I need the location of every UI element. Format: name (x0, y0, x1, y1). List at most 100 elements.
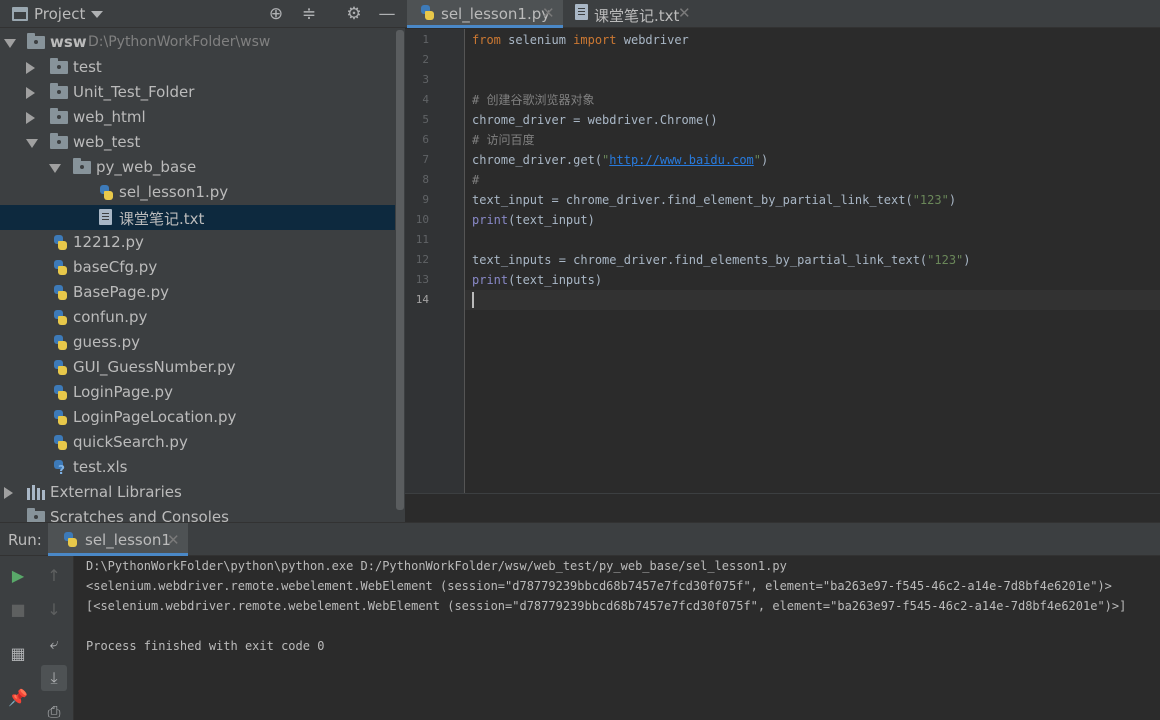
expanded-arrow-icon[interactable] (49, 164, 61, 173)
tree-item-py-web-base[interactable]: py_web_base (0, 155, 395, 180)
tree-item-label: 12212.py (73, 233, 144, 251)
console-line: [<selenium.webdriver.remote.webelement.W… (86, 599, 1127, 613)
close-icon[interactable]: ✕ (678, 4, 691, 22)
tree-item-notes-txt[interactable]: 课堂笔记.txt (0, 205, 395, 230)
stop-icon[interactable]: ■ (5, 597, 31, 623)
print-icon[interactable]: ⎙ (41, 699, 67, 720)
python-file-icon (419, 4, 435, 22)
tree-item-guess[interactable]: guess.py (0, 330, 395, 355)
run-toolbar: ▶ ↑ ■ ↓ ⤶ ▦ ⤓ 📌 ⎙ (0, 556, 74, 720)
folder-icon (50, 83, 68, 99)
tree-item-confun[interactable]: confun.py (0, 305, 395, 330)
collapse-all-icon[interactable]: ≑ (298, 3, 320, 25)
project-panel: Project ⊕ ≑ ⚙ — wsw D:\PythonWorkFolder\… (0, 0, 405, 522)
tree-item-label: test (73, 58, 102, 76)
folder-icon (50, 133, 68, 149)
run-tab-sel-lesson1[interactable]: sel_lesson1 ✕ (48, 523, 188, 556)
soft-wrap-icon[interactable]: ⤶ (41, 631, 67, 657)
python-file-icon (52, 234, 68, 252)
console-line: D:\PythonWorkFolder\python\python.exe D:… (86, 559, 787, 573)
tree-item-external-libraries[interactable]: External Libraries (0, 480, 395, 505)
arrow-down-icon[interactable]: ↓ (41, 597, 67, 623)
expanded-arrow-icon[interactable] (26, 139, 38, 148)
tree-item-label: GUI_GuessNumber.py (73, 358, 236, 376)
line-number: 14 (415, 293, 429, 306)
line-number: 6 (422, 133, 429, 146)
python-file-icon (52, 309, 68, 327)
tree-item-loginpage[interactable]: LoginPage.py (0, 380, 395, 405)
line-number: 7 (422, 153, 429, 166)
tab-label: sel_lesson1.py (441, 5, 551, 23)
tree-item-label: confun.py (73, 308, 148, 326)
tree-item-label: web_test (73, 133, 141, 151)
gear-icon[interactable]: ⚙ (343, 3, 365, 25)
tree-item-label: guess.py (73, 333, 141, 351)
editor-breadcrumb-bar (405, 493, 1160, 522)
run-tab-label: sel_lesson1 (85, 531, 171, 549)
code-line: # 访问百度 (472, 133, 535, 147)
close-icon[interactable]: ✕ (542, 4, 555, 22)
console-line: Process finished with exit code 0 (86, 639, 325, 653)
collapsed-arrow-icon[interactable] (4, 487, 13, 499)
text-file-icon (575, 4, 588, 20)
tree-item-web-test[interactable]: web_test (0, 130, 395, 155)
python-file-icon (52, 434, 68, 452)
close-icon[interactable]: ✕ (167, 531, 180, 549)
editor-tab-bar: sel_lesson1.py ✕ 课堂笔记.txt ✕ (405, 0, 1160, 28)
tab-label: 课堂笔记.txt (594, 7, 680, 25)
chevron-down-icon[interactable] (91, 11, 103, 18)
line-number-gutter[interactable]: 1 2 3 4 5 6 7 8 9 10 11 12 13 14 (405, 29, 465, 493)
run-header: Run: sel_lesson1 ✕ (0, 523, 1160, 556)
python-file-icon (52, 359, 68, 377)
tree-item-label: 课堂笔记.txt (119, 210, 205, 228)
tree-scrollbar[interactable] (395, 30, 405, 522)
code-editor[interactable]: 1 2 3 4 5 6 7 8 9 10 11 12 13 14 from se… (405, 29, 1160, 522)
tree-item-root[interactable]: wsw D:\PythonWorkFolder\wsw (0, 30, 395, 55)
tree-item-label: Scratches and Consoles (50, 508, 229, 522)
locate-icon[interactable]: ⊕ (265, 3, 287, 25)
tree-item-test-xls[interactable]: ? test.xls (0, 455, 395, 480)
rerun-icon[interactable]: ▶ (5, 563, 31, 589)
tree-item-web-html[interactable]: web_html (0, 105, 395, 130)
unknown-file-icon: ? (52, 459, 68, 477)
tree-item-scratches[interactable]: Scratches and Consoles (0, 505, 395, 522)
tree-item-path: D:\PythonWorkFolder\wsw (88, 34, 271, 50)
url-link[interactable]: http://www.baidu.com (609, 153, 754, 167)
collapsed-arrow-icon[interactable] (26, 87, 35, 99)
tab-sel-lesson1[interactable]: sel_lesson1.py ✕ (407, 0, 563, 28)
scroll-to-end-icon[interactable]: ⤓ (41, 665, 67, 691)
minimize-icon[interactable]: — (376, 3, 398, 25)
pin-icon[interactable]: 📌 (5, 685, 31, 711)
line-number: 13 (415, 273, 429, 286)
layout-icon[interactable]: ▦ (5, 641, 31, 667)
folder-icon (27, 33, 45, 49)
tab-notes-txt[interactable]: 课堂笔记.txt ✕ (565, 0, 705, 28)
arrow-up-icon[interactable]: ↑ (41, 563, 67, 589)
line-number: 9 (422, 193, 429, 206)
tree-item-unit-test-folder[interactable]: Unit_Test_Folder (0, 80, 395, 105)
collapsed-arrow-icon[interactable] (26, 62, 35, 74)
tree-item-test[interactable]: test (0, 55, 395, 80)
tree-item-basecfg[interactable]: baseCfg.py (0, 255, 395, 280)
tree-item-gui-guessnumber[interactable]: GUI_GuessNumber.py (0, 355, 395, 380)
project-title[interactable]: Project (34, 5, 85, 23)
collapsed-arrow-icon[interactable] (26, 112, 35, 124)
tree-item-12212[interactable]: 12212.py (0, 230, 395, 255)
code-line: # (472, 173, 480, 187)
expanded-arrow-icon[interactable] (4, 39, 16, 48)
tree-item-label: Unit_Test_Folder (73, 83, 195, 101)
run-panel: Run: sel_lesson1 ✕ ▶ ↑ ■ ↓ ⤶ ▦ ⤓ 📌 ⎙ D:\… (0, 522, 1160, 720)
tree-item-basepage[interactable]: BasePage.py (0, 280, 395, 305)
code-line: print(text_inputs) (472, 273, 603, 287)
scrollbar-thumb[interactable] (396, 30, 404, 510)
tree-item-label: BasePage.py (73, 283, 170, 301)
tree-item-sel-lesson1[interactable]: sel_lesson1.py (0, 180, 395, 205)
line-number: 8 (422, 173, 429, 186)
tree-item-label: LoginPage.py (73, 383, 173, 401)
folder-icon (73, 158, 91, 174)
current-line-highlight (465, 290, 1160, 310)
tree-item-quicksearch[interactable]: quickSearch.py (0, 430, 395, 455)
python-file-icon (52, 409, 68, 427)
tree-item-loginpagelocation[interactable]: LoginPageLocation.py (0, 405, 395, 430)
scratches-icon (27, 508, 45, 522)
